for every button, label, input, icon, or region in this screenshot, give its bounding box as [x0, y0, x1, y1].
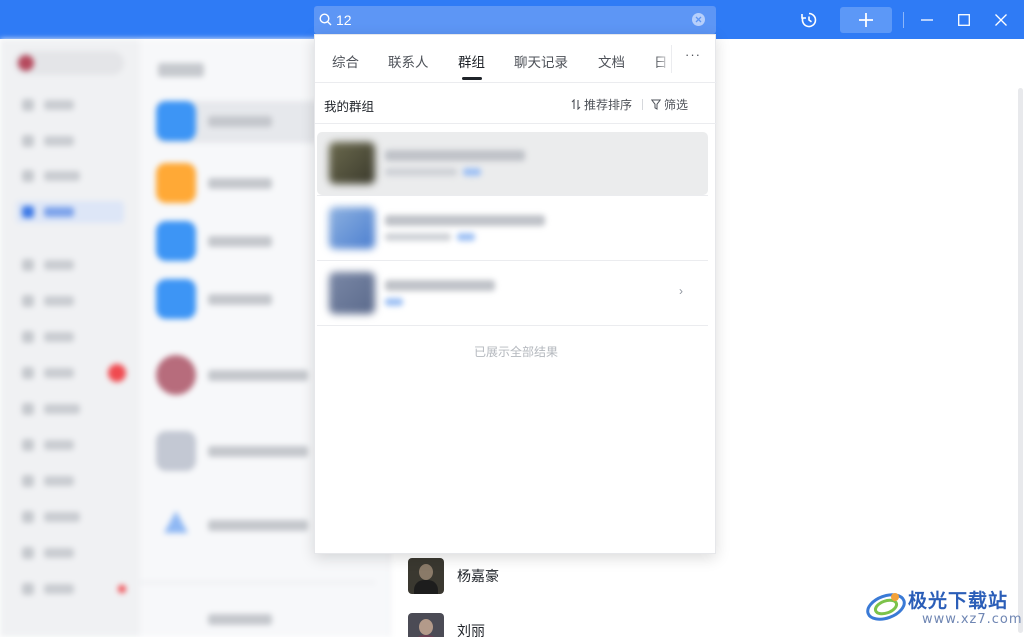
header-divider: [642, 99, 643, 110]
clear-icon: [695, 16, 702, 23]
maximize-icon: [958, 13, 970, 26]
tab-divider: [671, 45, 672, 73]
plus-icon: [859, 13, 873, 27]
avatar: [408, 613, 444, 637]
chevron-right-icon: ›: [679, 284, 683, 298]
results-end-note: 已展示全部结果: [473, 345, 558, 359]
filter-icon: [651, 99, 661, 110]
watermark: 极光下载站 www.xz7.com: [862, 583, 1024, 633]
nav-item[interactable]: [16, 326, 124, 348]
nav-item[interactable]: [16, 578, 124, 600]
user-profile[interactable]: [14, 51, 124, 75]
history-button[interactable]: [790, 0, 828, 39]
nav-item[interactable]: [16, 434, 124, 456]
avatar: [18, 55, 34, 71]
contact-name: 刘丽: [457, 623, 485, 637]
avatar: [329, 207, 375, 249]
history-icon: [801, 12, 817, 27]
add-button[interactable]: [840, 7, 892, 33]
watermark-text: 极光下载站: [908, 590, 1009, 612]
contact-row[interactable]: 杨嘉豪: [408, 556, 708, 596]
avatar: [329, 272, 375, 314]
clear-search-button[interactable]: [692, 13, 705, 26]
group-result[interactable]: [317, 197, 708, 260]
nav-sidebar: [0, 39, 140, 637]
list-header: [158, 63, 204, 77]
nav-item[interactable]: [16, 542, 124, 564]
nav-item[interactable]: [16, 398, 124, 420]
contact-row[interactable]: 刘丽: [408, 611, 708, 637]
maximize-button[interactable]: [945, 0, 983, 39]
minimize-button[interactable]: [908, 0, 946, 39]
group-result[interactable]: [317, 132, 708, 195]
list-item[interactable]: [156, 599, 376, 637]
sort-icon: [571, 99, 581, 110]
nav-item[interactable]: [16, 470, 124, 492]
search-tabs: 综合 联系人 群组 聊天记录 文档 日 ···: [315, 35, 717, 83]
tab-comprehensive[interactable]: 综合: [332, 51, 359, 71]
unread-badge: [108, 364, 126, 382]
search-input[interactable]: [336, 9, 666, 31]
nav-item[interactable]: [16, 506, 124, 528]
nav-item[interactable]: [16, 94, 124, 116]
nav-item[interactable]: [16, 254, 124, 276]
nav-item[interactable]: [16, 130, 124, 152]
filter-label: 筛选: [664, 98, 689, 112]
scrollbar[interactable]: [1018, 88, 1023, 633]
sort-label: 推荐排序: [584, 98, 633, 112]
sort-button[interactable]: 推荐排序: [571, 96, 632, 113]
more-tabs-button[interactable]: ···: [679, 47, 707, 71]
titlebar-divider: [903, 12, 904, 28]
minimize-icon: [921, 18, 933, 21]
watermark-url: www.xz7.com: [922, 612, 1023, 627]
search-bar[interactable]: [314, 6, 716, 34]
avatar: [329, 142, 375, 184]
list-divider: [140, 582, 375, 583]
filter-button[interactable]: 筛选: [651, 96, 688, 113]
unread-dot: [118, 585, 126, 593]
search-icon: [319, 13, 332, 26]
close-icon: [995, 13, 1007, 26]
nav-item[interactable]: [16, 290, 124, 312]
tab-chat-history[interactable]: 聊天记录: [514, 51, 568, 71]
tab-contacts[interactable]: 联系人: [388, 51, 429, 71]
nav-item[interactable]: [16, 165, 124, 187]
section-header: 我的群组 推荐排序 筛选: [315, 83, 717, 124]
close-button[interactable]: [982, 0, 1020, 39]
tab-groups[interactable]: 群组: [458, 51, 485, 71]
avatar: [408, 558, 444, 594]
active-tab-indicator: [462, 77, 482, 80]
watermark-logo-icon: [866, 593, 906, 621]
tab-documents[interactable]: 文档: [598, 51, 625, 71]
group-result[interactable]: ›: [317, 262, 708, 325]
contact-name: 杨嘉豪: [457, 568, 499, 584]
search-results-popup: 综合 联系人 群组 聊天记录 文档 日 ··· 我的群组 推荐排序 筛选: [314, 34, 717, 554]
section-title: 我的群组: [324, 100, 375, 114]
nav-item-active[interactable]: [16, 201, 124, 223]
